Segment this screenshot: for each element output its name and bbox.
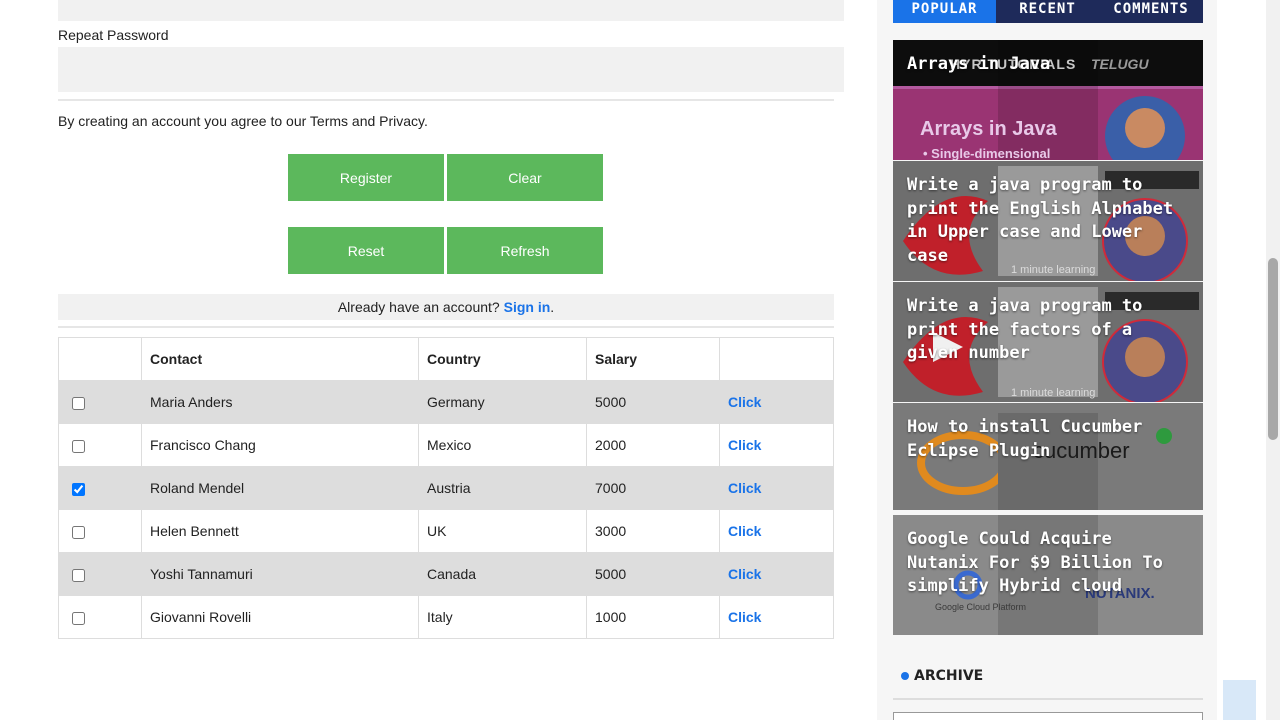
salary-cell: 3000	[586, 509, 720, 553]
table-row: Yoshi Tannamuri Canada 5000 Click	[58, 552, 834, 596]
select-cell	[58, 380, 142, 424]
column-header-action	[719, 337, 834, 381]
repeat-password-input[interactable]	[58, 47, 844, 92]
click-link[interactable]: Click	[719, 595, 834, 639]
contact-cell: Giovanni Rovelli	[141, 595, 419, 639]
post-title[interactable]: Google Could Acquire Nutanix For $9 Bill…	[907, 528, 1193, 599]
click-link[interactable]: Click	[719, 423, 834, 467]
password-field[interactable]	[58, 0, 844, 21]
click-link[interactable]: Click	[719, 509, 834, 553]
clear-button[interactable]: Clear	[447, 154, 603, 201]
popular-post-card[interactable]: 1 minute learning Write a java program t…	[893, 282, 1203, 402]
select-cell	[58, 423, 142, 467]
refresh-button[interactable]: Refresh	[447, 227, 603, 274]
archive-heading: ARCHIVE	[901, 668, 983, 684]
post-title[interactable]: Write a java program to print the Englis…	[907, 174, 1193, 268]
post-title[interactable]: How to install Cucumber Eclipse Plugin	[907, 416, 1193, 463]
repeat-password-label: Repeat Password	[58, 27, 169, 43]
contact-cell: Maria Anders	[141, 380, 419, 424]
popular-post-card[interactable]: HYR TUTORIALS TELUGU Arrays in Java • Si…	[893, 40, 1203, 160]
country-cell: Canada	[418, 552, 587, 596]
row-checkbox[interactable]	[72, 439, 85, 453]
click-link[interactable]: Click	[719, 466, 834, 510]
salary-cell: 5000	[586, 380, 720, 424]
sidebar-tabs: POPULAR RECENT COMMENTS	[893, 0, 1203, 23]
page: Repeat Password By creating an account y…	[0, 0, 1280, 720]
row-checkbox[interactable]	[72, 568, 85, 582]
register-button[interactable]: Register	[288, 154, 444, 201]
tab-comments[interactable]: COMMENTS	[1099, 0, 1203, 23]
table-row: Francisco Chang Mexico 2000 Click	[58, 423, 834, 467]
column-header-salary: Salary	[586, 337, 720, 381]
column-header-select	[58, 337, 142, 381]
row-checkbox[interactable]	[72, 525, 85, 539]
table-header-row: Contact Country Salary	[58, 337, 834, 381]
signin-period: .	[550, 299, 555, 315]
back-to-top-button[interactable]	[1223, 680, 1256, 720]
contact-cell: Francisco Chang	[141, 423, 419, 467]
table-row: Helen Bennett UK 3000 Click	[58, 509, 834, 553]
thumb-subtext: • Single-dimensional	[923, 146, 1051, 160]
salary-cell: 1000	[586, 595, 720, 639]
table-row: Giovanni Rovelli Italy 1000 Click	[58, 595, 834, 639]
table-row: Roland Mendel Austria 7000 Click	[58, 466, 834, 510]
signin-bar: Already have an account? Sign in.	[58, 294, 834, 320]
archive-select[interactable]	[893, 712, 1203, 720]
reset-button[interactable]: Reset	[288, 227, 444, 274]
salary-cell: 7000	[586, 466, 720, 510]
row-checkbox[interactable]	[72, 611, 85, 625]
table-row: Maria Anders Germany 5000 Click	[58, 380, 834, 424]
select-cell	[58, 466, 142, 510]
contact-cell: Helen Bennett	[141, 509, 419, 553]
country-cell: Austria	[418, 466, 587, 510]
contact-cell: Roland Mendel	[141, 466, 419, 510]
divider	[58, 326, 834, 328]
tab-popular[interactable]: POPULAR	[893, 0, 996, 23]
click-link[interactable]: Click	[719, 552, 834, 596]
select-cell	[58, 509, 142, 553]
post-title[interactable]: Write a java program to print the factor…	[907, 295, 1193, 366]
row-checkbox[interactable]	[72, 482, 85, 496]
archive-title: ARCHIVE	[914, 668, 984, 684]
select-cell	[58, 552, 142, 596]
country-cell: Italy	[418, 595, 587, 639]
tab-recent[interactable]: RECENT	[996, 0, 1099, 23]
popular-post-card[interactable]: 1 minute learning Write a java program t…	[893, 161, 1203, 281]
divider	[58, 99, 834, 101]
salary-cell: 2000	[586, 423, 720, 467]
thumb-logo-left: Google Cloud Platform	[935, 602, 1027, 612]
country-cell: UK	[418, 509, 587, 553]
contact-cell: Yoshi Tannamuri	[141, 552, 419, 596]
column-header-country: Country	[418, 337, 587, 381]
row-checkbox[interactable]	[72, 396, 85, 410]
divider	[893, 698, 1203, 700]
country-cell: Germany	[418, 380, 587, 424]
signin-prompt: Already have an account?	[337, 299, 500, 315]
signin-link[interactable]: Sign in	[504, 299, 551, 315]
contacts-table: Contact Country Salary Maria Anders Germ…	[58, 337, 834, 639]
popular-post-card[interactable]: Google Cloud Platform NUTANIX. Google Co…	[893, 515, 1203, 635]
popular-post-card[interactable]: cucumber How to install Cucumber Eclipse…	[893, 403, 1203, 510]
post-title[interactable]: Arrays in Java	[907, 53, 1193, 77]
bullet-icon	[901, 672, 909, 680]
salary-cell: 5000	[586, 552, 720, 596]
click-link[interactable]: Click	[719, 380, 834, 424]
terms-text: By creating an account you agree to our …	[58, 113, 428, 129]
select-cell	[58, 595, 142, 639]
country-cell: Mexico	[418, 423, 587, 467]
thumb-footer: 1 minute learning	[1011, 387, 1096, 399]
thumb-text: Arrays in Java	[920, 118, 1057, 140]
scrollbar-thumb[interactable]	[1268, 258, 1278, 440]
column-header-contact: Contact	[141, 337, 419, 381]
